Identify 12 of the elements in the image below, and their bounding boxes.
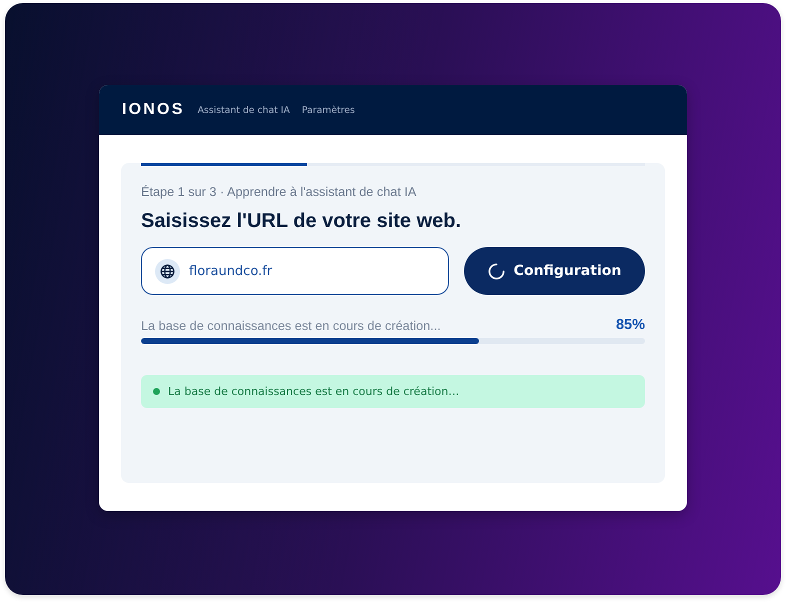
panel-title: Saisissez l'URL de votre site web. xyxy=(141,209,462,233)
nav-link[interactable]: Assistant de chat IA xyxy=(198,104,290,116)
progress-label: La base de connaissances est en cours de création... xyxy=(141,318,441,334)
progress-percent: 85% xyxy=(616,317,645,334)
globe-icon xyxy=(155,258,180,284)
logo[interactable]: IONOS xyxy=(122,101,185,119)
step-label: Étape 1 sur 3 · Apprendre à l'assistant de chat IA xyxy=(141,184,418,200)
status-dot-icon xyxy=(153,388,160,395)
url-field[interactable]: floraundco.fr xyxy=(141,247,449,295)
nav-link[interactable]: Paramètres xyxy=(302,104,355,116)
status-text: La base de connaissances est en cours de création… xyxy=(168,385,460,398)
configuration-button[interactable]: Configuration xyxy=(464,247,645,295)
